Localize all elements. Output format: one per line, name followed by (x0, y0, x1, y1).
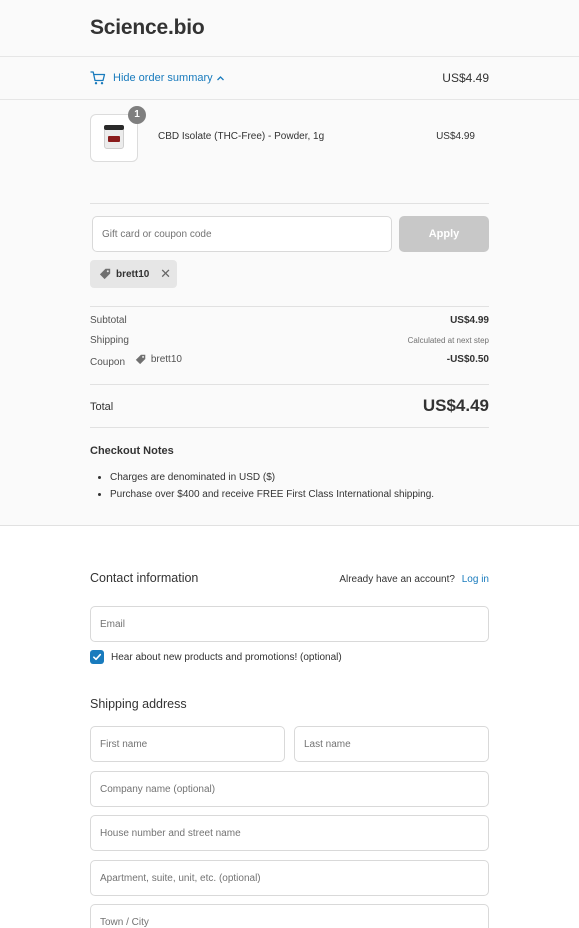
checkout-notes-list: Charges are denominated in USD ($) Purch… (110, 472, 490, 506)
tag-icon (135, 354, 146, 365)
list-item: Purchase over $400 and receive FREE Firs… (110, 489, 490, 500)
hide-order-summary-button[interactable]: Hide order summary (90, 70, 225, 86)
shipping-address-title: Shipping address (90, 697, 187, 711)
order-summary-toggle-bar: Hide order summary US$4.49 (0, 57, 579, 100)
coupon-code: brett10 (150, 354, 182, 365)
account-prompt-text: Already have an account? (339, 574, 455, 585)
shipping-value: Calculated at next step (407, 336, 489, 345)
product-jar-image (104, 125, 124, 149)
checkmark-icon (93, 653, 102, 661)
coupon-row: Coupon brett10 -US$0.50 (90, 354, 489, 368)
street-address-field[interactable] (90, 815, 489, 851)
summary-toggle-total: US$4.49 (442, 71, 489, 85)
coupon-input[interactable] (92, 216, 392, 252)
apartment-field[interactable] (90, 860, 489, 896)
remove-coupon-icon[interactable]: ✕ (160, 267, 171, 281)
total-label: Total (90, 401, 114, 413)
product-price: US$4.99 (436, 131, 475, 142)
newsletter-checkbox[interactable] (90, 650, 104, 664)
divider (90, 384, 489, 385)
applied-coupon-tag: brett10 ✕ (90, 260, 177, 288)
email-field[interactable] (90, 606, 489, 642)
contact-information-title: Contact information (90, 571, 199, 585)
applied-coupon-code: brett10 (116, 268, 150, 280)
list-item: Charges are denominated in USD ($) (110, 472, 490, 483)
coupon-value: -US$0.50 (446, 354, 489, 365)
cart-icon (90, 71, 106, 85)
shipping-row: Shipping Calculated at next step (90, 335, 489, 349)
tag-icon (99, 268, 111, 280)
chevron-up-icon (216, 75, 224, 80)
divider (90, 427, 489, 428)
total-row: Total US$4.49 (90, 396, 489, 418)
coupon-label: Coupon (90, 357, 126, 368)
last-name-field[interactable] (294, 726, 489, 762)
divider (90, 306, 489, 307)
coupon-label-group: Coupon brett10 (90, 354, 182, 368)
apply-coupon-button[interactable]: Apply (399, 216, 489, 252)
product-name: CBD Isolate (THC-Free) - Powder, 1g (158, 131, 325, 142)
log-in-link[interactable]: Log in (462, 574, 489, 585)
subtotal-row: Subtotal US$4.99 (90, 315, 489, 329)
site-header: Science.bio (0, 0, 579, 57)
subtotal-value: US$4.99 (450, 315, 489, 326)
newsletter-opt-in: Hear about new products and promotions! … (90, 650, 342, 664)
subtotal-label: Subtotal (90, 315, 127, 326)
shipping-label: Shipping (90, 335, 129, 346)
company-field[interactable] (90, 771, 489, 807)
account-prompt: Already have an account? Log in (339, 574, 489, 585)
toggle-label: Hide order summary (113, 72, 213, 84)
checkout-notes-title: Checkout Notes (90, 445, 174, 457)
first-name-field[interactable] (90, 726, 285, 762)
divider (90, 203, 489, 204)
city-field[interactable] (90, 904, 489, 928)
order-summary: 1 CBD Isolate (THC-Free) - Powder, 1g US… (0, 100, 579, 526)
quantity-badge: 1 (128, 106, 146, 124)
store-logo[interactable]: Science.bio (90, 16, 205, 40)
coupon-inline: brett10 (135, 354, 182, 365)
newsletter-label: Hear about new products and promotions! … (111, 651, 342, 663)
total-value: US$4.49 (422, 396, 489, 415)
